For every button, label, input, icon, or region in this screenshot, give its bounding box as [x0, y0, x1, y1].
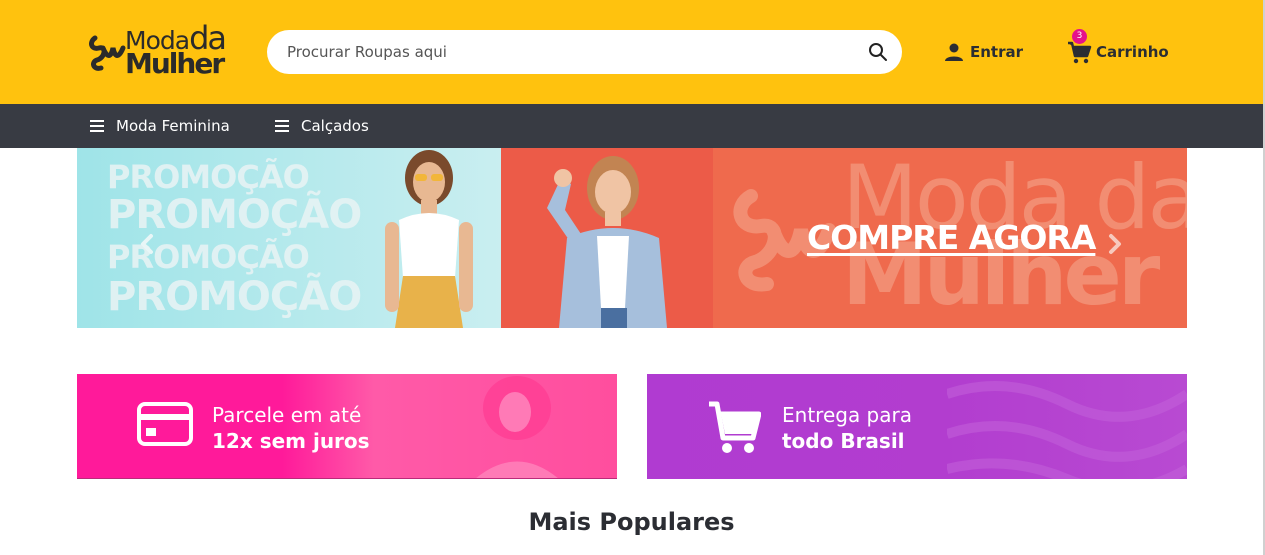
search-input[interactable] — [287, 30, 857, 74]
hero-banner[interactable]: PROMOÇÃO PROMOÇÃO PROMOÇÃO PROMOÇÃO Moda… — [77, 148, 1187, 328]
category-nav: Moda Feminina Calçados — [0, 104, 1263, 148]
logo-text-bottom: Mulher — [125, 47, 225, 80]
feature-line1: Parcele em até — [212, 403, 362, 427]
carousel-next-icon[interactable] — [1105, 232, 1125, 256]
texture-decoration — [947, 381, 1187, 479]
carousel-prev-icon[interactable] — [137, 232, 157, 256]
model-photo — [476, 376, 558, 478]
promo-word: PROMOÇÃO — [107, 274, 362, 320]
nav-item-moda-feminina[interactable]: Moda Feminina — [90, 104, 230, 148]
promo-word: PROMOÇÃO — [107, 158, 310, 196]
cart-count-badge: 3 — [1072, 29, 1087, 44]
logo-mark-icon — [89, 35, 126, 71]
search-bar — [267, 30, 902, 74]
cart-icon — [709, 401, 761, 453]
header: Modada Mulher Entrar 3 Carrinho — [0, 0, 1263, 104]
menu-icon — [90, 120, 104, 132]
feature-text: Entrega para todo Brasil — [782, 402, 912, 454]
nav-item-calcados[interactable]: Calçados — [275, 104, 369, 148]
nav-item-label: Calçados — [301, 117, 369, 135]
login-label: Entrar — [970, 43, 1024, 61]
installments-banner[interactable]: Parcele em até 12x sem juros — [77, 374, 617, 479]
feature-line2: 12x sem juros — [212, 429, 370, 453]
cart-icon-wrap: 3 — [1066, 29, 1092, 65]
login-link[interactable]: Entrar — [944, 40, 1023, 64]
cart-link[interactable]: 3 Carrinho — [1066, 29, 1169, 66]
model-photo — [385, 150, 473, 328]
user-icon — [945, 43, 963, 61]
cart-label: Carrinho — [1096, 43, 1169, 61]
shipping-banner[interactable]: Entrega para todo Brasil — [647, 374, 1187, 479]
menu-icon — [275, 120, 289, 132]
nav-item-label: Moda Feminina — [116, 117, 230, 135]
feature-line1: Entrega para — [782, 403, 912, 427]
section-title: Mais Populares — [528, 508, 735, 536]
shop-now-link[interactable]: COMPRE AGORA — [807, 218, 1096, 257]
search-icon[interactable] — [868, 42, 888, 62]
credit-card-icon — [137, 402, 193, 446]
feature-text: Parcele em até 12x sem juros — [212, 402, 370, 454]
model-photo — [547, 156, 667, 328]
feature-line2: todo Brasil — [782, 429, 905, 453]
logo[interactable]: Modada Mulher — [87, 22, 232, 80]
